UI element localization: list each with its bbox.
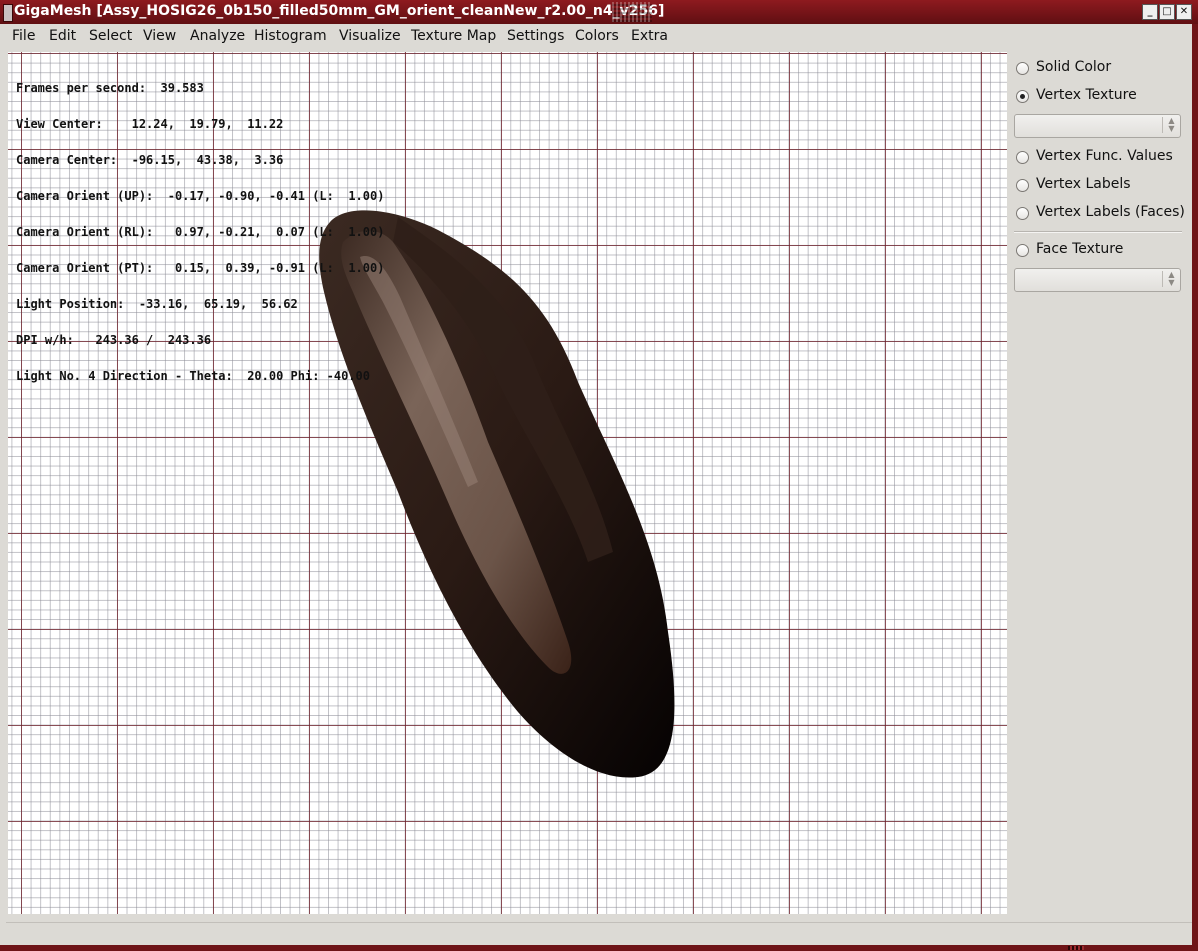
mesh-viewport[interactable]: Frames per second: 39.583 View Center: 1… bbox=[8, 52, 1007, 914]
menu-texture-map[interactable]: Texture Map bbox=[411, 28, 496, 44]
radio-label: Face Texture bbox=[1036, 241, 1124, 257]
up-down-arrows-icon: ▲ ▼ bbox=[1162, 117, 1180, 133]
window-title: GigaMesh [Assy_HOSIG26_0b150_filled50mm_… bbox=[14, 3, 665, 19]
menu-histogram[interactable]: Histogram bbox=[254, 28, 327, 44]
menu-view[interactable]: View bbox=[143, 28, 176, 44]
window-border-right bbox=[1192, 24, 1198, 951]
menu-file[interactable]: File bbox=[12, 28, 35, 44]
radio-label: Vertex Texture bbox=[1036, 87, 1137, 103]
radio-button[interactable] bbox=[1016, 179, 1029, 192]
radio-label: Solid Color bbox=[1036, 59, 1112, 75]
up-down-arrows-icon: ▲ ▼ bbox=[1162, 271, 1180, 287]
hud-orient-pt: Camera Orient (PT): 0.15, 0.39, -0.91 (L… bbox=[16, 261, 385, 275]
maximize-button[interactable]: □ bbox=[1159, 4, 1175, 20]
radio-label: Vertex Labels bbox=[1036, 176, 1131, 192]
radio-button[interactable] bbox=[1016, 62, 1029, 75]
close-button[interactable]: ✕ bbox=[1176, 4, 1192, 20]
menu-settings[interactable]: Settings bbox=[507, 28, 564, 44]
menu-edit[interactable]: Edit bbox=[49, 28, 76, 44]
menu-visualize[interactable]: Visualize bbox=[339, 28, 401, 44]
radio-label: Vertex Func. Values bbox=[1036, 148, 1173, 164]
panel-separator bbox=[1014, 231, 1182, 233]
menu-select[interactable]: Select bbox=[89, 28, 132, 44]
resize-grip[interactable] bbox=[1068, 946, 1084, 950]
menu-bar: File Edit Select View Analyze Histogram … bbox=[0, 24, 1198, 48]
hud-fps: Frames per second: 39.583 bbox=[16, 81, 204, 95]
title-bar[interactable]: GigaMesh [Assy_HOSIG26_0b150_filled50mm_… bbox=[0, 0, 1198, 24]
minimize-button[interactable]: _ bbox=[1142, 4, 1158, 20]
hud-camera-center: Camera Center: -96.15, 43.38, 3.36 bbox=[16, 153, 284, 167]
hud-orient-rl: Camera Orient (RL): 0.97, -0.21, 0.07 (L… bbox=[16, 225, 385, 239]
hud-orient-up: Camera Orient (UP): -0.17, -0.90, -0.41 … bbox=[16, 189, 385, 203]
hud-light-position: Light Position: -33.16, 65.19, 56.62 bbox=[16, 297, 298, 311]
window-border-bottom bbox=[0, 945, 1198, 951]
radio-button[interactable] bbox=[1016, 207, 1029, 220]
menu-analyze[interactable]: Analyze bbox=[190, 28, 245, 44]
hud-dpi: DPI w/h: 243.36 / 243.36 bbox=[16, 333, 212, 347]
radio-button[interactable] bbox=[1016, 90, 1029, 103]
menu-extra[interactable]: Extra bbox=[631, 28, 668, 44]
status-divider bbox=[6, 922, 1192, 923]
face-texture-select[interactable]: ▲ ▼ bbox=[1014, 268, 1181, 292]
menu-colors[interactable]: Colors bbox=[575, 28, 619, 44]
title-bar-decoration bbox=[612, 2, 652, 22]
hud-light-direction: Light No. 4 Direction - Theta: 20.00 Phi… bbox=[16, 369, 371, 383]
hud-view-center: View Center: 12.24, 19.79, 11.22 bbox=[16, 117, 284, 131]
camera-info-overlay: Frames per second: 39.583 View Center: 1… bbox=[16, 58, 384, 406]
app-window: GigaMesh [Assy_HOSIG26_0b150_filled50mm_… bbox=[0, 0, 1198, 951]
radio-button[interactable] bbox=[1016, 244, 1029, 257]
radio-label: Vertex Labels (Faces) bbox=[1036, 204, 1185, 220]
vertex-texture-select[interactable]: ▲ ▼ bbox=[1014, 114, 1181, 138]
app-icon bbox=[3, 4, 13, 22]
color-mode-panel: Solid Color Vertex Texture ▲ ▼ Vertex Fun… bbox=[1007, 52, 1190, 914]
radio-button[interactable] bbox=[1016, 151, 1029, 164]
